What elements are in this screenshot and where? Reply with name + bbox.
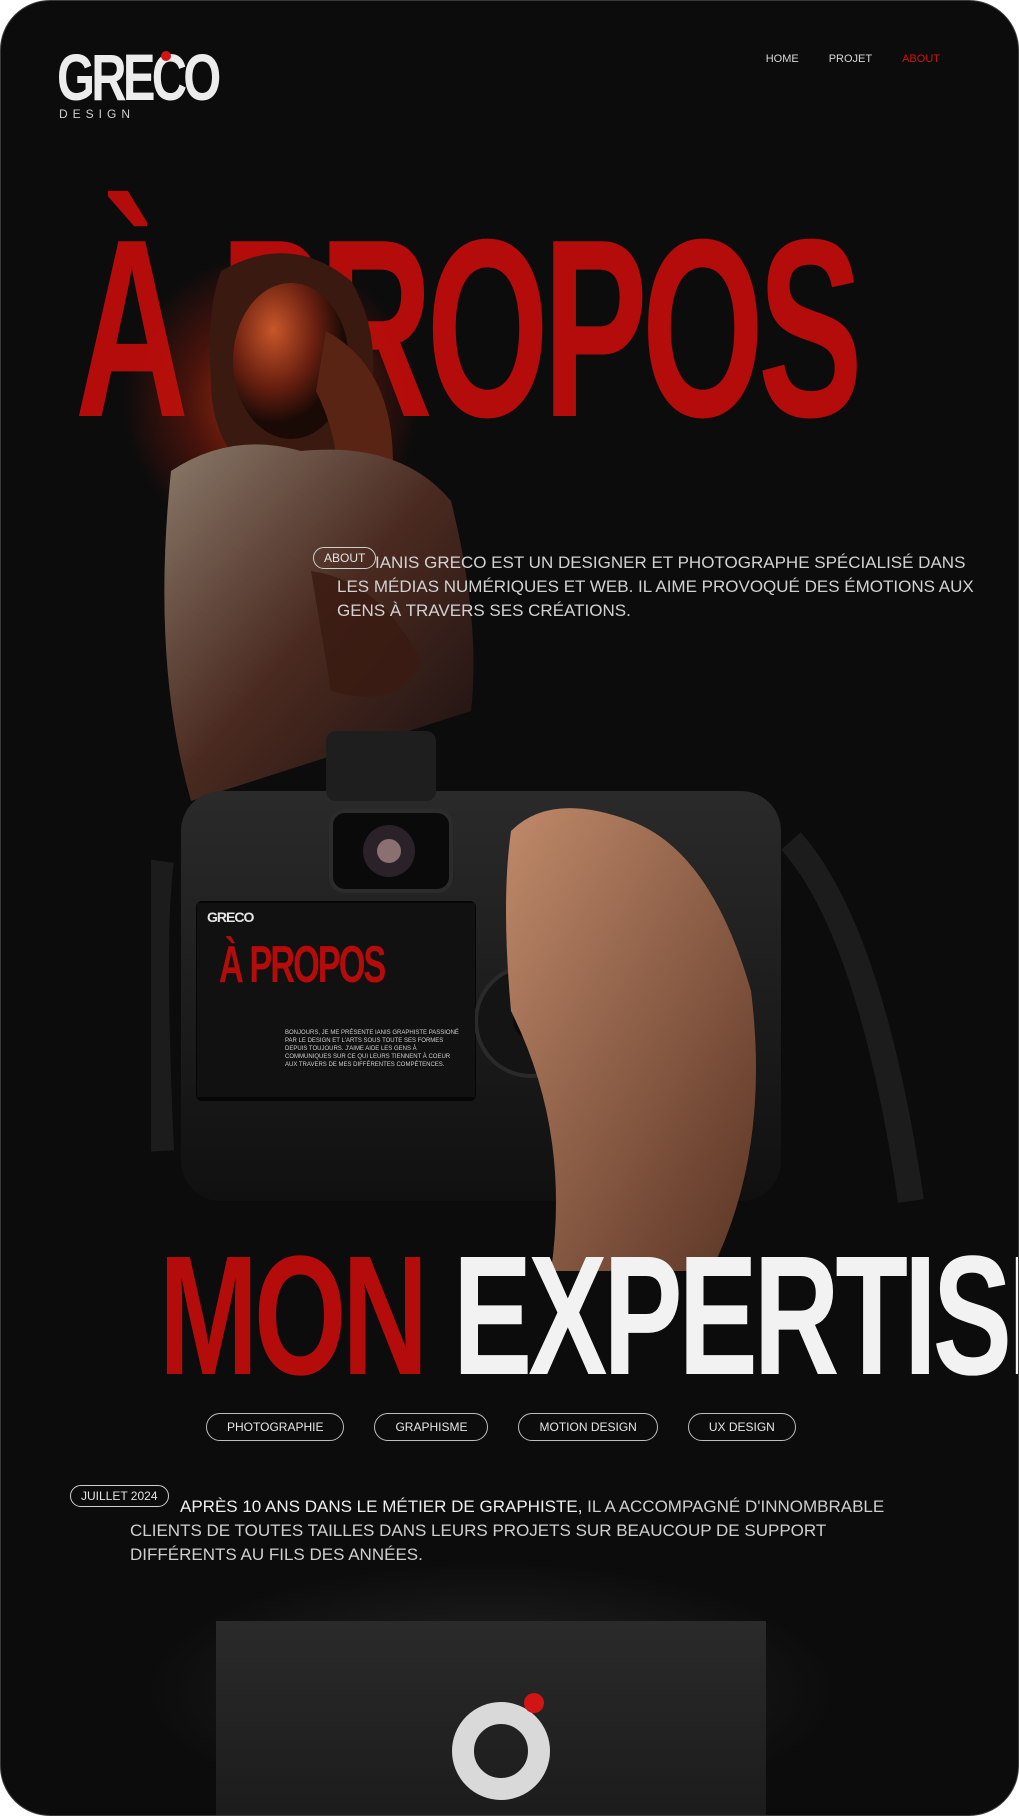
main-nav: HOME PROJET ABOUT [766, 53, 940, 65]
logo-dot-icon [161, 51, 171, 61]
portfolio-card[interactable] [216, 1621, 766, 1815]
nav-projet[interactable]: PROJET [829, 53, 872, 65]
expertise-title: MON EXPERTISE [159, 1231, 1018, 1401]
expertise-description: APRÈS 10 ANS DANS LE MÉTIER DE GRAPHISTE… [130, 1495, 920, 1567]
expertise-title-red: MON [159, 1221, 428, 1411]
camera-screen: GRECO À PROPOS BONJOURS, JE ME PRÉSENTE … [197, 903, 475, 1097]
screen-text: BONJOURS, JE ME PRÉSENTE IANIS GRAPHISTE… [285, 1030, 459, 1068]
screen-title: À PROPOS [219, 936, 386, 994]
g-logo-icon [452, 1693, 550, 1800]
phone-frame: GRECO DESIGN HOME PROJET ABOUT À PROPOS [0, 0, 1019, 1816]
nav-about[interactable]: ABOUT [902, 53, 940, 65]
logo-subtitle: DESIGN [59, 107, 136, 121]
tag-ux-design[interactable]: UX DESIGN [687, 1413, 796, 1441]
about-description: IANIS GRECO EST UN DESIGNER ET PHOTOGRAP… [337, 553, 974, 620]
expertise-tags: PHOTOGRAPHIE GRAPHISME MOTION DESIGN UX … [206, 1413, 796, 1441]
expertise-title-white: EXPERTISE [452, 1221, 1018, 1411]
nav-home[interactable]: HOME [766, 53, 799, 65]
tag-photographie[interactable]: PHOTOGRAPHIE [206, 1413, 345, 1441]
screen-logo: GRECO [207, 909, 254, 925]
expertise-description-lead: APRÈS 10 ANS DANS LE MÉTIER DE GRAPHISTE… [180, 1497, 583, 1516]
tag-motion-design[interactable]: MOTION DESIGN [518, 1413, 658, 1441]
logo-wordmark: GRECO [57, 40, 221, 114]
tag-graphisme[interactable]: GRAPHISME [374, 1413, 489, 1441]
brand-logo[interactable]: GRECO DESIGN [57, 40, 274, 121]
